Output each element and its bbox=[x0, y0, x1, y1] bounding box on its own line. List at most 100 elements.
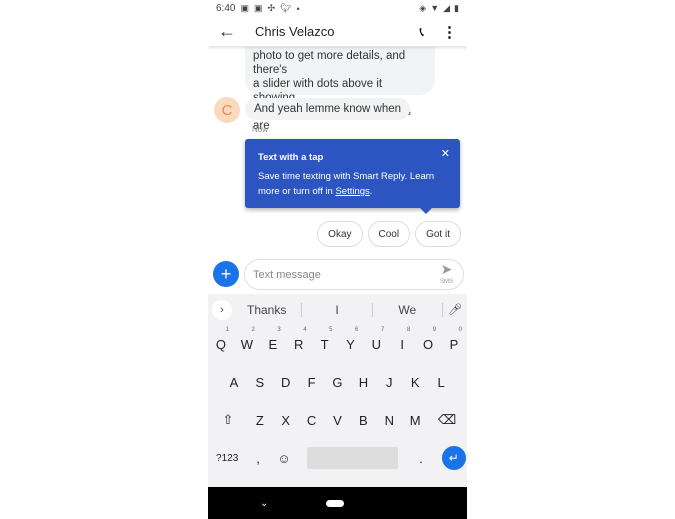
key-label: T bbox=[320, 336, 329, 352]
key-row-4: ?123 , ☺ . ↵ bbox=[208, 439, 467, 477]
key-k[interactable]: K bbox=[402, 375, 428, 390]
key-s[interactable]: S bbox=[247, 375, 273, 390]
key-i[interactable]: I8 bbox=[389, 327, 415, 352]
message-bubble: And yeah lemme know when bbox=[245, 98, 411, 120]
clock: 6:40 bbox=[216, 3, 236, 14]
key-e[interactable]: E3 bbox=[260, 327, 286, 352]
back-arrow-icon[interactable]: ← bbox=[208, 21, 246, 42]
key-l[interactable]: L bbox=[428, 375, 454, 390]
key-label: Q bbox=[215, 336, 227, 352]
settings-link[interactable]: Settings bbox=[335, 186, 369, 197]
keyboard: › Thanks I We 🎤︎ Q1W2E3R4T5Y6U7I8O9P0 AS… bbox=[208, 294, 467, 487]
phone-call-icon[interactable]: 📞︎ bbox=[419, 24, 424, 40]
avatar[interactable]: C bbox=[214, 97, 240, 123]
navigation-bar: ⌄ bbox=[208, 487, 467, 519]
suggestion[interactable]: Thanks bbox=[232, 302, 303, 317]
key-row-2: ASDFGHJKL bbox=[208, 363, 467, 401]
period-key[interactable]: . bbox=[408, 451, 434, 466]
key-m[interactable]: M bbox=[402, 413, 428, 428]
wifi-icon: ▼ bbox=[430, 3, 440, 13]
add-attachment-button[interactable]: + bbox=[213, 261, 239, 287]
key-hint: 2 bbox=[251, 326, 255, 333]
suggestion[interactable]: We bbox=[373, 302, 443, 317]
key-hint: 7 bbox=[380, 326, 385, 333]
key-hint: 6 bbox=[355, 326, 359, 333]
conversation-header: ← Chris Velazco 📞︎ ⋮ bbox=[208, 17, 467, 46]
vibrate-icon: ◈ bbox=[419, 3, 427, 13]
tooltip-body: Save time texting with Smart Reply. Lear… bbox=[258, 171, 435, 197]
chevron-right-icon[interactable]: › bbox=[212, 299, 232, 320]
microphone-icon[interactable]: 🎤︎ bbox=[443, 303, 467, 316]
smart-reply-chips: Okay Cool Got it bbox=[317, 221, 461, 247]
space-key[interactable] bbox=[306, 447, 398, 469]
calendar-icon: ▣ bbox=[253, 3, 263, 13]
reply-chip-okay[interactable]: Okay bbox=[317, 221, 363, 247]
key-hint: 4 bbox=[303, 326, 307, 333]
message-input[interactable]: Text message ➤ SMS bbox=[244, 259, 464, 290]
back-chevron-icon[interactable]: ⌄ bbox=[260, 498, 268, 509]
key-hint: 9 bbox=[432, 326, 437, 333]
key-label: E bbox=[268, 336, 278, 352]
key-q[interactable]: Q1 bbox=[208, 327, 234, 352]
key-x[interactable]: X bbox=[273, 413, 299, 428]
key-hint: 5 bbox=[329, 326, 333, 333]
key-j[interactable]: J bbox=[376, 375, 402, 390]
key-d[interactable]: D bbox=[273, 375, 299, 390]
key-v[interactable]: V bbox=[325, 413, 351, 428]
reply-chip-cool[interactable]: Cool bbox=[367, 221, 411, 247]
comma-key[interactable]: , bbox=[245, 451, 271, 466]
key-t[interactable]: T5 bbox=[312, 327, 338, 352]
twitter-icon: 🐦︎ bbox=[280, 3, 292, 13]
calendar-icon: ▣ bbox=[240, 3, 249, 13]
more-options-icon[interactable]: ⋮ bbox=[442, 23, 457, 41]
key-h[interactable]: H bbox=[350, 375, 376, 390]
key-b[interactable]: B bbox=[350, 413, 376, 428]
key-p[interactable]: P0 bbox=[441, 327, 467, 352]
message-timestamp: Now bbox=[252, 125, 269, 134]
key-hint: 3 bbox=[277, 326, 281, 333]
message-line: photo to get more details, and there's bbox=[253, 50, 406, 76]
key-label: Y bbox=[346, 336, 355, 352]
key-w[interactable]: W2 bbox=[234, 327, 260, 352]
key-a[interactable]: A bbox=[221, 375, 247, 390]
key-label: O bbox=[423, 336, 434, 352]
home-pill[interactable] bbox=[326, 499, 345, 507]
suggestion[interactable]: I bbox=[302, 302, 373, 317]
key-label: R bbox=[293, 336, 304, 352]
key-label: I bbox=[400, 336, 405, 352]
shift-key[interactable]: ⇧ bbox=[215, 412, 241, 428]
phone-screen: 6:40 ▣ ▣ ✣ 🐦︎ • ◈ ▼ ◢ ▮ ← Chris Velazco 📞︎ … bbox=[208, 0, 467, 519]
key-g[interactable]: G bbox=[325, 375, 351, 390]
symbols-key[interactable]: ?123 bbox=[209, 453, 245, 464]
key-c[interactable]: C bbox=[299, 413, 325, 428]
backspace-key[interactable]: ⌫ bbox=[434, 412, 460, 428]
key-u[interactable]: U7 bbox=[363, 327, 389, 352]
emoji-key[interactable]: ☺ bbox=[271, 451, 297, 466]
key-label: U bbox=[371, 336, 382, 352]
key-z[interactable]: Z bbox=[247, 413, 273, 428]
key-n[interactable]: N bbox=[376, 413, 402, 428]
key-hint: 8 bbox=[406, 326, 411, 333]
send-label: SMS bbox=[439, 279, 453, 285]
key-row-3: ⇧ Z X C V B N M ⌫ bbox=[208, 401, 467, 439]
key-label: P bbox=[449, 336, 459, 352]
dot-icon: • bbox=[296, 3, 300, 14]
send-icon: ➤ bbox=[440, 261, 453, 277]
tooltip-title: Text with a tap bbox=[258, 152, 324, 163]
slack-icon: ✣ bbox=[267, 3, 276, 13]
key-o[interactable]: O9 bbox=[415, 327, 441, 352]
contact-name: Chris Velazco bbox=[255, 24, 335, 39]
send-button[interactable]: ➤ SMS bbox=[439, 261, 453, 289]
key-r[interactable]: R4 bbox=[286, 327, 312, 352]
key-label: W bbox=[240, 336, 254, 352]
key-y[interactable]: Y6 bbox=[338, 327, 364, 352]
enter-key[interactable]: ↵ bbox=[441, 446, 466, 470]
reply-chip-got-it[interactable]: Got it bbox=[415, 221, 461, 247]
suggestion-strip: › Thanks I We 🎤︎ bbox=[208, 294, 467, 325]
close-icon[interactable]: ✕ bbox=[441, 147, 450, 160]
smart-reply-tooltip: ✕ Text with a tap Save time texting with… bbox=[245, 139, 460, 214]
signal-icon: ◢ bbox=[443, 3, 451, 13]
message-placeholder: Text message bbox=[253, 268, 321, 281]
key-f[interactable]: F bbox=[299, 375, 325, 390]
status-bar: 6:40 ▣ ▣ ✣ 🐦︎ • ◈ ▼ ◢ ▮ bbox=[208, 0, 467, 17]
